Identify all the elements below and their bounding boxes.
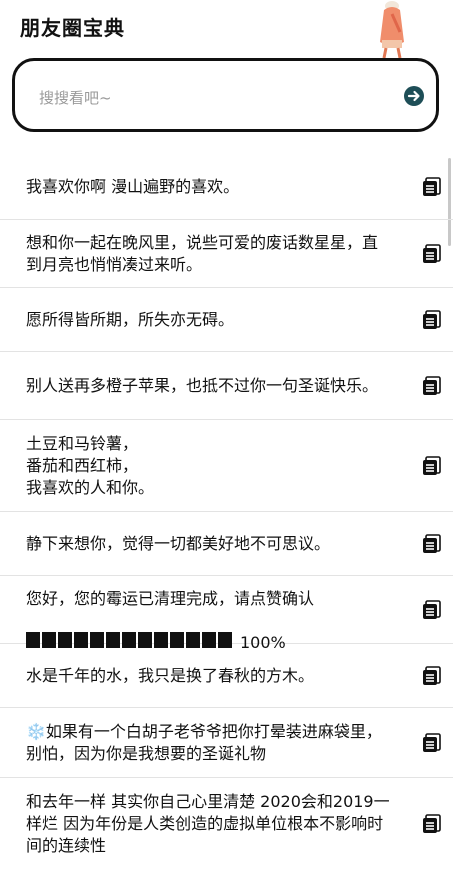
item-text: 别人送再多橙子苹果，也抵不过你一句圣诞快乐。	[26, 375, 379, 395]
list-item[interactable]: 和去年一样 其实你自己心里清楚 2020会和2019一样烂 因为年份是人类创造的…	[0, 778, 453, 869]
copy-icon[interactable]	[421, 455, 443, 477]
item-text: 您好，您的霉运已清理完成，请点赞确认 100%	[26, 566, 314, 654]
item-text: 土豆和马铃薯， 番茄和西红柿， 我喜欢的人和你。	[26, 433, 155, 497]
list-item[interactable]: ❄️如果有一个白胡子老爷爷把你打晕装进麻袋里，别怕，因为你是我想要的圣诞礼物	[0, 708, 453, 778]
item-text: 水是千年的水，我只是换了春秋的方木。	[26, 665, 315, 685]
copy-icon[interactable]	[421, 813, 443, 835]
copy-icon[interactable]	[421, 599, 443, 621]
copy-icon[interactable]	[421, 732, 443, 754]
list-item[interactable]: 您好，您的霉运已清理完成，请点赞确认 100%	[0, 576, 453, 652]
arrow-right-circle-icon[interactable]	[404, 86, 424, 106]
list-item[interactable]: 土豆和马铃薯， 番茄和西红柿， 我喜欢的人和你。	[0, 420, 453, 512]
item-text-line: 您好，您的霉运已清理完成，请点赞确认	[26, 588, 315, 608]
item-text: 和去年一样 其实你自己心里清楚 2020会和2019一样烂 因为年份是人类创造的…	[26, 791, 390, 855]
item-text: ❄️如果有一个白胡子老爷爷把你打晕装进麻袋里，别怕，因为你是我想要的圣诞礼物	[26, 721, 382, 763]
item-text: 静下来想你，觉得一切都美好地不可思议。	[26, 533, 331, 553]
header: 朋友圈宝典	[0, 0, 453, 58]
copy-icon[interactable]	[421, 176, 443, 198]
item-text: 愿所得皆所期，所失亦无碍。	[26, 309, 235, 329]
copy-icon[interactable]	[421, 375, 443, 397]
list-item[interactable]: 愿所得皆所期，所失亦无碍。	[0, 288, 453, 352]
item-text: 我喜欢你啊 漫山遍野的喜欢。	[26, 177, 240, 196]
copy-icon[interactable]	[421, 243, 443, 265]
page-title: 朋友圈宝典	[20, 16, 125, 40]
list-item[interactable]: 水是千年的水，我只是换了春秋的方木。	[0, 644, 453, 708]
phrase-list: 我喜欢你啊 漫山遍野的喜欢。 想和你一起在晚风里，说些可爱的废话数星星，直到月亮…	[0, 155, 453, 869]
list-item[interactable]: 别人送再多橙子苹果，也抵不过你一句圣诞快乐。	[0, 352, 453, 420]
search-box[interactable]	[12, 58, 439, 132]
list-item[interactable]: 想和你一起在晚风里，说些可爱的废话数星星，直到月亮也悄悄凑过来听。	[0, 220, 453, 288]
item-text: 想和你一起在晚风里，说些可爱的废话数星星，直到月亮也悄悄凑过来听。	[26, 232, 379, 274]
mascot-illustration	[380, 1, 404, 58]
list-item[interactable]: 我喜欢你啊 漫山遍野的喜欢。	[0, 155, 453, 220]
copy-icon[interactable]	[421, 309, 443, 331]
search-input[interactable]	[37, 83, 371, 113]
app-screen: 朋友圈宝典 我喜欢你啊 漫山遍野的喜欢。	[0, 0, 453, 869]
copy-icon[interactable]	[421, 665, 443, 687]
copy-icon[interactable]	[421, 533, 443, 555]
